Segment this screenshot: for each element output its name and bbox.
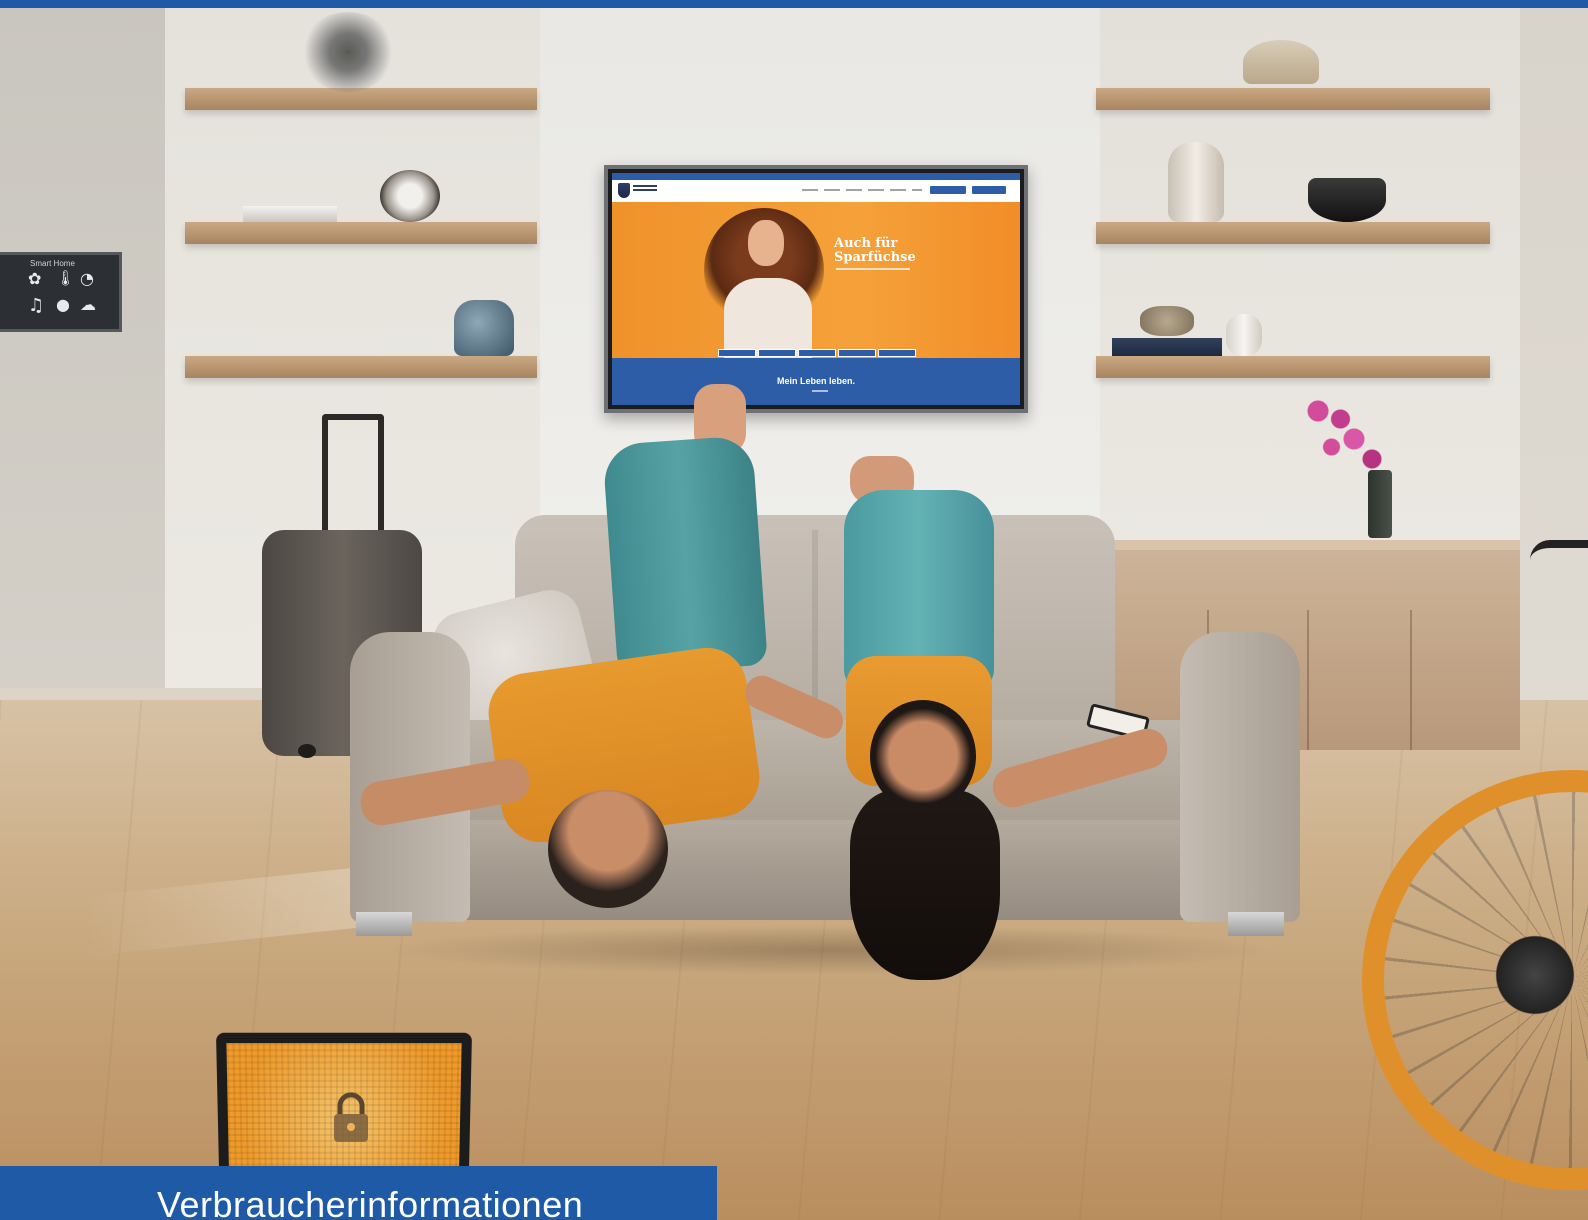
stacked-books-left: [243, 206, 337, 222]
hero-woman-body: [724, 278, 812, 358]
cabinet-door: [1410, 610, 1412, 750]
sofa-leg: [356, 912, 412, 936]
bicycle-handlebar: [1530, 540, 1588, 564]
cloud-icon: ☁: [80, 295, 96, 314]
blue-ceramic-vase: [454, 300, 514, 356]
right-wall: [1520, 8, 1588, 768]
site-blue-band: Mein Leben leben.: [612, 358, 1020, 405]
suitcase-handle: [322, 414, 384, 534]
site-hero: Auch für Sparfüchse: [612, 202, 1020, 358]
tv-screen-website: Auch für Sparfüchse Mein Leben leben.: [612, 173, 1020, 405]
bicycle-disc-brake: [1490, 930, 1580, 1020]
site-logo-icon: [618, 183, 630, 198]
hero-headline: Auch für Sparfüchse: [834, 237, 916, 265]
hero-woman-face: [748, 220, 784, 266]
padlock-icon: [328, 1090, 374, 1146]
left-shelf-middle: [185, 222, 537, 244]
quick-link: [718, 349, 756, 357]
smart-home-panel: Smart Home ✿ 🌡 ◔ ♫ ● ☁: [0, 252, 122, 332]
right-shelf-bottom: [1096, 356, 1490, 378]
hero-subline: [836, 268, 910, 270]
site-nav: [802, 189, 922, 191]
stacked-books-right: [1112, 338, 1222, 356]
sofa-base: [350, 820, 1300, 920]
man-head: [548, 790, 668, 908]
thermometer-icon: 🌡: [56, 269, 75, 287]
consumer-info-banner: Verbraucherinformationen: [0, 1166, 717, 1220]
black-bowl-stack: [1308, 178, 1386, 222]
site-login-button: [930, 186, 966, 194]
right-shelf-top: [1096, 88, 1490, 110]
wooden-bowl-decor: [1243, 40, 1319, 84]
orchid-vase: [1368, 470, 1392, 538]
tv-utility-bar: [612, 173, 1020, 180]
woman-head: [870, 700, 976, 812]
left-shelf-top: [185, 88, 537, 110]
quick-link: [878, 349, 916, 357]
living-room-photo: Smart Home ✿ 🌡 ◔ ♫ ● ☁ Auch für Sparfüch…: [0, 0, 1588, 1220]
hero-headline-line2: Sparfüchse: [834, 251, 916, 265]
wall-tv: Auch für Sparfüchse Mein Leben leben.: [604, 165, 1028, 413]
music-note-icon: ♫: [28, 295, 44, 316]
quick-link: [758, 349, 796, 357]
sideboard-cabinet: [1112, 540, 1520, 750]
sea-urchin-decor: [300, 12, 396, 92]
light-bulb-icon: ●: [56, 295, 70, 314]
band-title: Mein Leben leben.: [612, 376, 1020, 386]
site-contact-button: [972, 186, 1006, 194]
suitcase-wheel: [298, 744, 316, 758]
sofa-right-arm: [1180, 632, 1300, 922]
site-logo-wordmark: [633, 185, 657, 187]
sofa-leg: [1228, 912, 1284, 936]
woman-hair: [850, 790, 1000, 980]
top-accent-bar: [0, 0, 1588, 8]
geode-decor: [380, 170, 440, 222]
banner-title: Verbraucherinformationen: [157, 1184, 583, 1220]
white-vase: [1168, 142, 1224, 222]
flower-icon: ✿: [28, 269, 41, 288]
man-legs-jeans: [602, 435, 768, 675]
tv-site-header: [612, 180, 1020, 202]
right-shelf-middle: [1096, 222, 1490, 244]
hero-quick-links: [718, 349, 916, 357]
cabinet-door: [1307, 610, 1309, 750]
small-white-vase: [1226, 314, 1262, 356]
coral-decor: [1140, 306, 1194, 336]
quick-link: [798, 349, 836, 357]
band-subline: [812, 390, 828, 392]
hero-headline-line1: Auch für: [834, 237, 916, 251]
orchid-flowers: [1300, 395, 1390, 475]
smart-home-title: Smart Home: [30, 259, 75, 268]
quick-link: [838, 349, 876, 357]
sofa-shadow: [380, 925, 1280, 975]
left-shelf-bottom: [185, 356, 537, 378]
gauge-icon: ◔: [80, 269, 94, 288]
left-wall: [0, 8, 165, 688]
